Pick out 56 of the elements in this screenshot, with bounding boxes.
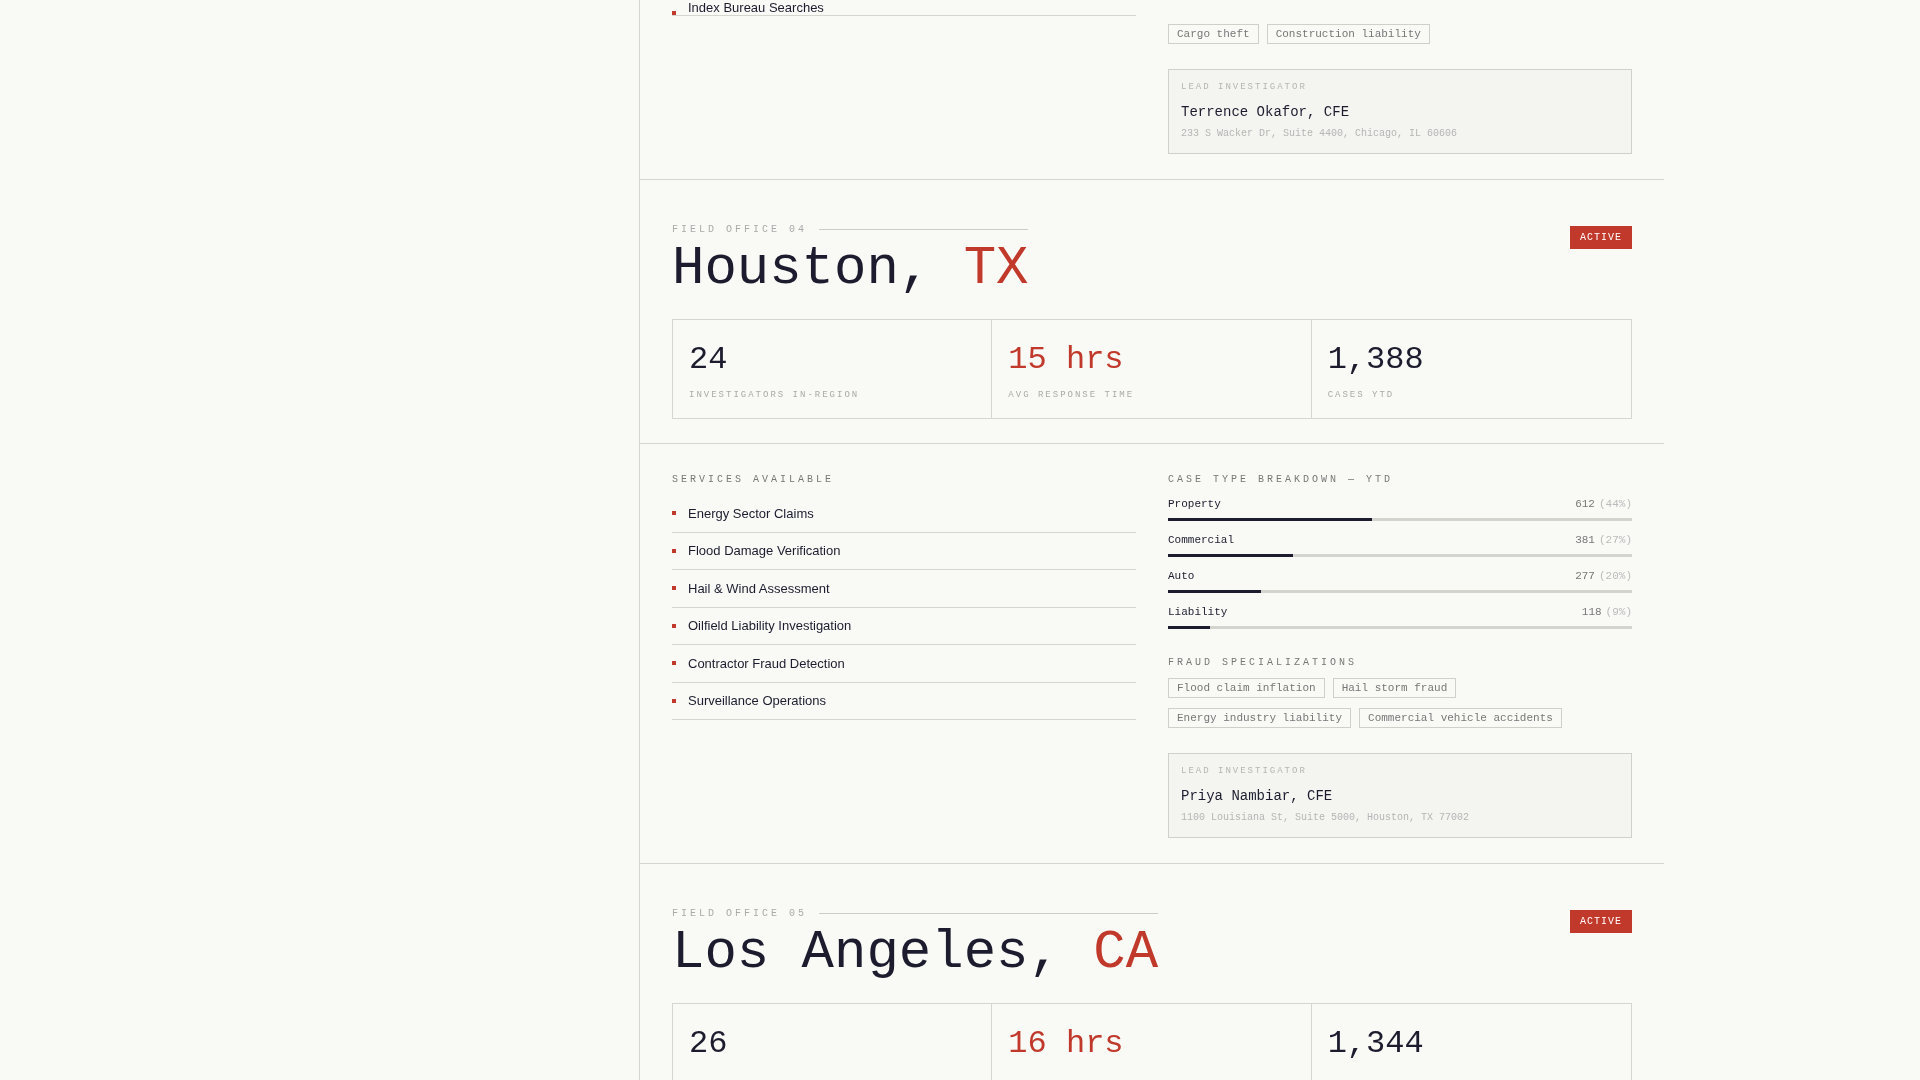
- specialization-tag: Hail storm fraud: [1332, 678, 1457, 698]
- section-heading: FRAUD SPECIALIZATIONS: [1168, 657, 1359, 668]
- service-item: Hail & Wind Assessment: [688, 580, 830, 596]
- specialization-tag: Energy industry liability: [1168, 708, 1352, 728]
- case-count: 612: [1575, 498, 1595, 510]
- stat-value: 16 hrs: [1008, 1024, 1125, 1064]
- case-percent: (27%): [1599, 534, 1632, 546]
- lead-label: LEAD INVESTIGATOR: [1181, 82, 1308, 92]
- service-item: Oilfield Liability Investigation: [688, 618, 852, 634]
- service-item: Contractor Fraud Detection: [688, 655, 845, 671]
- bullet-icon: [672, 661, 676, 666]
- case-count: 118: [1581, 606, 1602, 618]
- bullet-icon: [672, 511, 676, 516]
- office-address: 1100 Louisiana St, Suite 5000, Houston, TX 77002: [1181, 812, 1471, 823]
- stat-value: 24: [689, 340, 729, 380]
- office-title: Los Angeles, CA: [672, 921, 1159, 985]
- service-item: Surveillance Operations: [688, 693, 827, 709]
- lead-label: LEAD INVESTIGATOR: [1181, 766, 1308, 776]
- status-badge: ACTIVE: [1570, 226, 1632, 249]
- case-count: 381: [1575, 534, 1595, 546]
- service-item: Index Bureau Searches: [688, 0, 824, 15]
- office-label: FIELD OFFICE 04: [672, 224, 807, 235]
- case-type-label: Property: [1168, 498, 1221, 510]
- case-percent: (9%): [1605, 606, 1632, 618]
- service-item: Energy Sector Claims: [688, 505, 814, 521]
- specialization-tag: Cargo theft: [1168, 24, 1259, 44]
- stat-value: 26: [689, 1024, 729, 1064]
- office-label: FIELD OFFICE 05: [672, 908, 807, 919]
- specialization-tag: Construction liability: [1266, 24, 1430, 44]
- stat-label: INVESTIGATORS IN-REGION: [689, 390, 861, 400]
- case-type-label: Liability: [1168, 606, 1228, 618]
- section-heading: CASE TYPE BREAKDOWN — YTD: [1168, 474, 1395, 485]
- stat-label: CASES YTD: [1327, 390, 1396, 400]
- case-percent: (20%): [1599, 570, 1632, 582]
- bullet-icon: [672, 623, 676, 628]
- investigator-name: Priya Nambiar, CFE: [1181, 788, 1334, 804]
- case-type-label: Commercial: [1168, 534, 1234, 546]
- bullet-icon: [672, 11, 676, 15]
- stat-label: AVG RESPONSE TIME: [1008, 390, 1136, 400]
- stat-value: 1,388: [1327, 340, 1425, 380]
- status-badge: ACTIVE: [1570, 910, 1632, 933]
- stat-value: 15 hrs: [1008, 340, 1125, 380]
- case-count: 277: [1575, 570, 1595, 582]
- stat-value: 1,344: [1327, 1024, 1425, 1064]
- section-heading: SERVICES AVAILABLE: [672, 474, 836, 485]
- case-type-label: Auto: [1168, 570, 1195, 582]
- bullet-icon: [672, 548, 676, 553]
- office-title: Houston, TX: [672, 237, 1029, 301]
- bullet-icon: [672, 586, 676, 591]
- specialization-tag: Flood claim inflation: [1168, 678, 1325, 698]
- service-item: Flood Damage Verification: [688, 543, 841, 559]
- specialization-tag: Commercial vehicle accidents: [1359, 708, 1562, 728]
- investigator-name: Terrence Okafor, CFE: [1181, 104, 1351, 120]
- case-percent: (44%): [1599, 498, 1632, 510]
- bullet-icon: [672, 698, 676, 703]
- office-address: 233 S Wacker Dr, Suite 4400, Chicago, IL 60606: [1181, 128, 1459, 139]
